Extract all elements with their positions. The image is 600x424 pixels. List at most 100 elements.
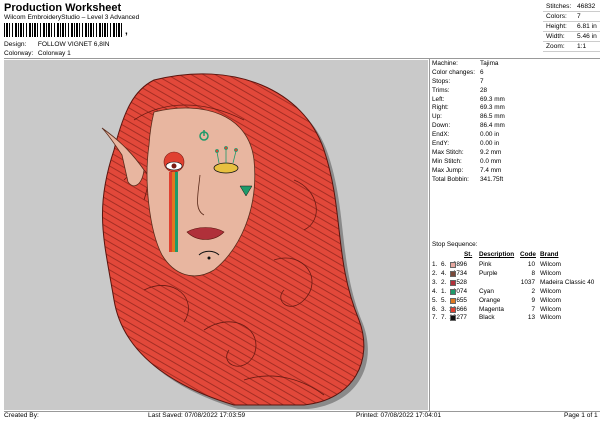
- sequence-row: 6. 3. 22666 Magenta 7 Wilcom: [430, 306, 600, 315]
- info-value: 69.3 mm: [480, 95, 505, 103]
- thread-code: 8: [531, 269, 535, 277]
- info-value: 7.4 mm: [480, 166, 502, 174]
- page-number: Page 1 of 1: [564, 412, 598, 419]
- stat-zoom: Zoom: 1:1: [543, 42, 600, 52]
- info-label: Stops:: [432, 77, 451, 85]
- color-swatch: [450, 279, 456, 286]
- info-label: Trims:: [432, 86, 450, 94]
- info-label: EndY:: [432, 140, 450, 148]
- sequence-index: 7.: [432, 314, 438, 322]
- stop-sequence-label: Stop Sequence:: [432, 241, 478, 248]
- stat-width: Width: 5.46 in: [543, 32, 600, 42]
- info-row: Left: 69.3 mm: [430, 96, 600, 105]
- footer-divider: [4, 411, 600, 412]
- embroidery-artwork: [101, 73, 368, 409]
- barcode-mark: ,: [125, 26, 128, 37]
- info-value: 0.0 mm: [480, 157, 502, 165]
- stat-label: Height:: [546, 23, 567, 30]
- printed-date: Printed: 07/08/2022 17:04:01: [356, 412, 442, 419]
- stop-number: 7.: [441, 314, 447, 322]
- thread-code: 1037: [520, 278, 535, 286]
- thread-brand: Wilcom: [540, 305, 561, 313]
- col-header-description: Description: [479, 251, 515, 258]
- info-row: Total Bobbin: 341.75ft: [430, 176, 600, 185]
- color-swatch: [450, 306, 456, 313]
- color-description: Orange: [479, 296, 501, 304]
- color-swatch: [450, 270, 456, 277]
- software-subtitle: Wilcom EmbroideryStudio – Level 3 Advanc…: [4, 14, 140, 21]
- stop-number: 1.: [441, 287, 447, 295]
- barcode: [4, 23, 124, 37]
- colorway-name: Colorway 1: [37, 50, 71, 57]
- info-label: Right:: [432, 104, 449, 112]
- header-divider: [4, 58, 600, 59]
- info-label: Machine:: [432, 60, 458, 67]
- info-label: Min Stitch:: [432, 157, 462, 165]
- info-row: EndX: 0.00 in: [430, 131, 600, 140]
- stat-value: 1:1: [577, 43, 587, 50]
- stat-label: Zoom:: [546, 43, 565, 50]
- info-value: 9.2 mm: [480, 148, 502, 156]
- info-value: 0.00 in: [480, 140, 500, 148]
- stop-number: 5.: [441, 296, 447, 304]
- color-swatch: [450, 297, 456, 304]
- sequence-index: 4.: [432, 287, 438, 295]
- stitch-count: 528: [456, 278, 467, 286]
- color-swatch: [450, 315, 456, 322]
- info-label: Left:: [432, 95, 445, 103]
- created-by: Created By:: [4, 412, 39, 419]
- tear-orange: [172, 172, 175, 252]
- info-value: 86.5 mm: [480, 113, 505, 121]
- stat-label: Stitches:: [546, 3, 572, 10]
- thread-code: 9: [531, 296, 535, 304]
- color-description: Pink: [479, 261, 492, 268]
- info-row: EndY: 0.00 in: [430, 140, 600, 149]
- thread-brand: Wilcom: [540, 314, 561, 322]
- colorway-row: Colorway: Colorway 1: [4, 50, 71, 58]
- sequence-row: 7. 7. 13277 Black 13 Wilcom: [430, 314, 600, 323]
- col-header-code: Code: [520, 251, 536, 258]
- stat-height: Height: 6.81 in: [543, 22, 600, 32]
- stat-value: 46832: [577, 3, 596, 10]
- stat-colors: Colors: 7: [543, 12, 600, 22]
- stat-stitches: Stitches: 46832: [543, 2, 600, 12]
- stitch-count: 655: [456, 296, 467, 304]
- info-row: Up: 86.5 mm: [430, 113, 600, 122]
- thread-brand: Wilcom: [540, 261, 561, 268]
- info-label: Color changes:: [432, 68, 475, 76]
- thread-code: 10: [527, 261, 535, 268]
- sequence-row: 4. 1. 1074 Cyan 2 Wilcom: [430, 288, 600, 297]
- thread-code: 13: [527, 314, 535, 322]
- info-row: Min Stitch: 0.0 mm: [430, 158, 600, 167]
- info-row: Right: 69.3 mm: [430, 104, 600, 113]
- info-label: Total Bobbin:: [432, 175, 469, 183]
- design-label: Design:: [4, 41, 27, 48]
- design-preview[interactable]: [4, 60, 428, 410]
- info-value: 86.4 mm: [480, 122, 505, 130]
- info-row: Color changes: 6: [430, 69, 600, 78]
- color-description: Black: [479, 314, 495, 322]
- col-header-st: St.: [464, 251, 473, 258]
- tear-red: [169, 172, 172, 252]
- stop-number: 3.: [441, 305, 447, 313]
- thread-code: 2: [531, 287, 535, 295]
- design-row: Design: FOLLOW VIGNET 6,8IN: [4, 41, 110, 49]
- info-label: Max Jump:: [432, 166, 464, 174]
- stat-value: 5.46 in: [577, 33, 597, 40]
- info-label: Up:: [432, 113, 442, 121]
- sequence-row: 3. 2. 528 1037 Madeira Classic 40: [430, 279, 600, 288]
- info-row: Trims: 28: [430, 87, 600, 96]
- info-value: 7: [480, 77, 484, 85]
- sequence-index: 1.: [432, 261, 438, 268]
- stop-number: 6.: [441, 261, 447, 268]
- last-saved: Last Saved: 07/08/2022 17:03:59: [148, 412, 246, 419]
- design-stats: Stitches: 46832 Colors: 7 Height: 6.81 in W…: [543, 2, 600, 52]
- info-row: Machine: Tajima: [430, 60, 600, 69]
- stat-label: Width:: [546, 33, 565, 40]
- thread-code: 7: [531, 305, 535, 313]
- info-label: Max Stitch:: [432, 148, 464, 156]
- tear-green: [175, 172, 178, 252]
- info-row: Max Jump: 7.4 mm: [430, 167, 600, 176]
- sequence-row: 1. 6. 6896 Pink 10 Wilcom: [430, 261, 600, 270]
- sequence-index: 6.: [432, 305, 438, 313]
